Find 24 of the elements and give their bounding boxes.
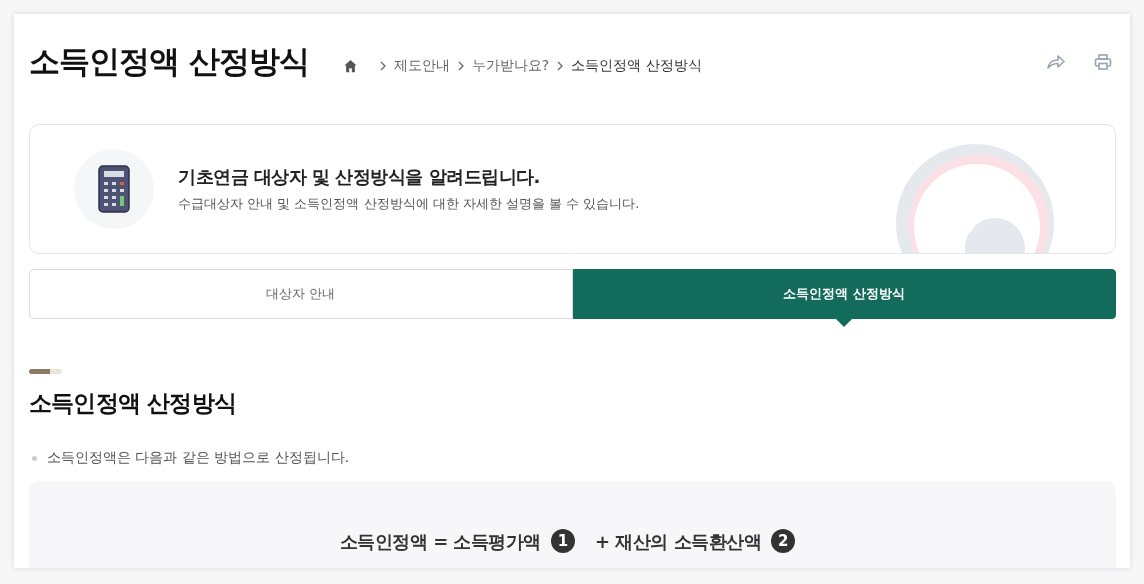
breadcrumb-link[interactable]: 누가받나요? <box>471 57 550 75</box>
number-badge: 2 <box>771 529 796 553</box>
print-icon[interactable] <box>1094 53 1112 71</box>
section-title: 소득인정액 산정방식 <box>29 389 237 418</box>
bullet-icon <box>32 455 37 461</box>
calculator-icon <box>98 165 130 213</box>
home-icon[interactable] <box>342 59 358 73</box>
breadcrumb-link[interactable]: 소득인정액 산정방식 <box>571 57 702 75</box>
intro-heading: 기초연금 대상자 및 산정방식을 알려드립니다. <box>178 165 541 189</box>
bullet-text: 소득인정액은 다음과 같은 방법으로 산정됩니다. <box>47 449 350 467</box>
number-badge: 1 <box>551 529 575 553</box>
share-icon[interactable] <box>1046 54 1066 70</box>
chevron-icon <box>379 61 386 71</box>
tab[interactable]: 대상자 안내 <box>29 269 573 319</box>
intro-description: 수급대상자 안내 및 소득인정액 산정방식에 대한 자세한 설명을 볼 수 있습니다. <box>178 195 640 213</box>
tab[interactable]: 소득인정액 산정방식 <box>572 269 1116 319</box>
breadcrumb-link[interactable]: 제도안내 <box>393 57 450 75</box>
tab-pointer-icon <box>836 319 853 327</box>
chevron-icon <box>557 61 564 71</box>
formula-text: 소득인정액 = 소득평가액 <box>339 530 541 554</box>
chevron-icon <box>457 61 464 71</box>
page-title: 소득인정액 산정방식 <box>29 42 309 81</box>
formula-text: + 재산의 소득환산액 <box>595 530 762 554</box>
accent-bar <box>29 369 62 374</box>
